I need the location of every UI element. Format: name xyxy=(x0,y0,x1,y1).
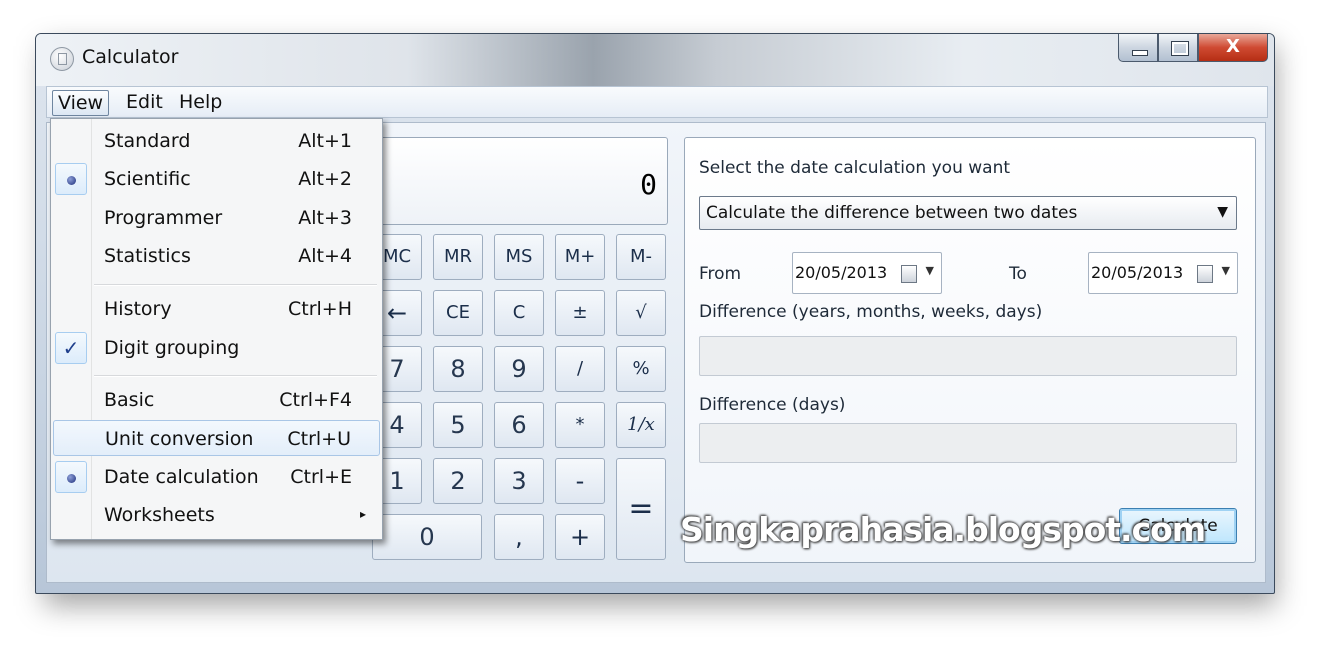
menu-help[interactable]: Help xyxy=(174,90,227,114)
menu-item-label: History xyxy=(104,298,172,320)
watermark-text: Singkaprahasia.blogspot.com xyxy=(680,510,1206,549)
radio-selected-icon xyxy=(55,163,87,195)
key-m-minus[interactable]: M- xyxy=(616,234,666,280)
key-0[interactable]: 0 xyxy=(372,514,482,560)
key-3[interactable]: 3 xyxy=(494,458,544,504)
menu-item-shortcut: Alt+3 xyxy=(298,207,352,229)
menu-item-label: Programmer xyxy=(104,207,223,229)
key-divide[interactable]: / xyxy=(555,346,605,392)
menu-item-basic[interactable]: Basic Ctrl+F4 xyxy=(53,382,380,418)
menu-item-label: Date calculation xyxy=(104,466,259,488)
key-plus[interactable]: + xyxy=(555,514,605,560)
calculator-app-icon xyxy=(50,47,74,71)
key-sqrt[interactable]: √ xyxy=(616,290,666,336)
caption-buttons: X xyxy=(1118,34,1268,64)
display-value: 0 xyxy=(640,168,657,201)
menu-view[interactable]: View xyxy=(52,90,110,116)
calculator-display: 0 xyxy=(372,137,668,225)
menu-item-label: Scientific xyxy=(104,168,191,190)
menu-item-shortcut: Ctrl+H xyxy=(287,298,352,320)
menu-item-label: Basic xyxy=(104,389,155,411)
key-8[interactable]: 8 xyxy=(433,346,483,392)
maximize-button[interactable] xyxy=(1158,34,1198,62)
key-reciprocal[interactable]: 1/x xyxy=(616,402,666,448)
key-6[interactable]: 6 xyxy=(494,402,544,448)
calendar-icon xyxy=(1197,265,1213,283)
difference-ymwd-label: Difference (years, months, weeks, days) xyxy=(699,302,1043,322)
key-multiply[interactable]: * xyxy=(555,402,605,448)
key-minus[interactable]: - xyxy=(555,458,605,504)
to-date-value: 20/05/2013 xyxy=(1091,263,1184,282)
menu-separator xyxy=(94,284,377,286)
menu-item-scientific[interactable]: Scientific Alt+2 xyxy=(53,161,380,197)
key-mr[interactable]: MR xyxy=(433,234,483,280)
difference-days-output xyxy=(699,423,1237,463)
dropdown-arrow-icon: ▼ xyxy=(1217,204,1228,220)
key-plus-minus[interactable]: ± xyxy=(555,290,605,336)
menu-item-label: Statistics xyxy=(104,245,191,267)
date-prompt-label: Select the date calculation you want xyxy=(699,158,1011,178)
key-9[interactable]: 9 xyxy=(494,346,544,392)
menu-item-label: Digit grouping xyxy=(104,337,240,359)
minimize-button[interactable] xyxy=(1118,34,1158,62)
to-label: To xyxy=(1009,264,1027,284)
difference-days-label: Difference (days) xyxy=(699,395,846,415)
date-mode-value: Calculate the difference between two dat… xyxy=(706,203,1078,223)
menu-item-programmer[interactable]: Programmer Alt+3 xyxy=(53,200,380,236)
chevron-down-icon: ▼ xyxy=(925,264,934,277)
menu-item-date-calculation[interactable]: Date calculation Ctrl+E xyxy=(53,459,380,495)
key-2[interactable]: 2 xyxy=(433,458,483,504)
key-ce[interactable]: CE xyxy=(433,290,483,336)
menu-item-statistics[interactable]: Statistics Alt+4 xyxy=(53,238,380,274)
from-date-picker[interactable]: 20/05/2013 ▼ xyxy=(792,252,942,294)
menu-item-shortcut: Alt+2 xyxy=(298,168,352,190)
menu-item-shortcut: Ctrl+F4 xyxy=(279,389,352,411)
menu-item-shortcut: Alt+1 xyxy=(298,130,352,152)
menu-item-shortcut: Ctrl+E xyxy=(290,466,352,488)
menu-item-label: Unit conversion xyxy=(105,428,254,450)
checkmark-icon: ✓ xyxy=(55,332,87,364)
close-button[interactable]: X xyxy=(1198,34,1268,62)
title-bar[interactable]: Calculator X xyxy=(36,34,1274,86)
menu-item-standard[interactable]: Standard Alt+1 xyxy=(53,123,380,159)
window-title: Calculator xyxy=(82,46,179,68)
to-date-picker[interactable]: 20/05/2013 ▼ xyxy=(1088,252,1238,294)
menu-item-shortcut: Ctrl+U xyxy=(287,428,351,450)
from-date-value: 20/05/2013 xyxy=(795,263,888,282)
view-menu-dropdown: Standard Alt+1 Scientific Alt+2 Programm… xyxy=(50,118,383,540)
key-ms[interactable]: MS xyxy=(494,234,544,280)
calendar-icon xyxy=(901,265,917,283)
menu-item-history[interactable]: History Ctrl+H xyxy=(53,291,380,327)
menu-separator xyxy=(94,375,377,377)
key-percent[interactable]: % xyxy=(616,346,666,392)
difference-ymwd-output xyxy=(699,336,1237,376)
key-m-plus[interactable]: M+ xyxy=(555,234,605,280)
key-c[interactable]: C xyxy=(494,290,544,336)
menu-edit[interactable]: Edit xyxy=(121,90,168,114)
from-label: From xyxy=(699,264,742,284)
submenu-arrow-icon: ▸ xyxy=(359,507,366,521)
menu-bar: View Edit Help xyxy=(46,86,1268,118)
menu-item-worksheets[interactable]: Worksheets ▸ xyxy=(53,497,380,533)
menu-item-shortcut: Alt+4 xyxy=(298,245,352,267)
menu-item-digit-grouping[interactable]: ✓ Digit grouping xyxy=(53,330,380,366)
chevron-down-icon: ▼ xyxy=(1221,264,1230,277)
menu-item-label: Worksheets xyxy=(104,504,215,526)
menu-item-unit-conversion[interactable]: Unit conversion Ctrl+U xyxy=(53,420,380,456)
menu-item-label: Standard xyxy=(104,130,191,152)
key-decimal[interactable]: , xyxy=(494,514,544,560)
date-mode-select[interactable]: Calculate the difference between two dat… xyxy=(699,196,1237,230)
key-equals[interactable]: = xyxy=(616,458,666,560)
radio-selected-icon xyxy=(55,461,87,493)
key-5[interactable]: 5 xyxy=(433,402,483,448)
date-calculation-panel: Select the date calculation you want Cal… xyxy=(684,137,1256,563)
